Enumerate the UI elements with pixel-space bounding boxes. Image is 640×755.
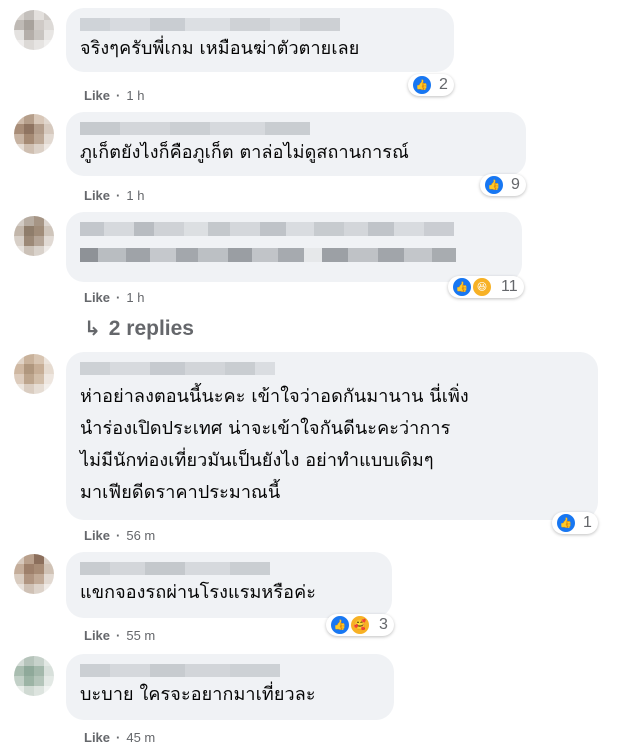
avatar[interactable] [14,114,54,154]
like-icon: 👍 [329,614,351,636]
timestamp[interactable]: 1 h [126,290,144,305]
timestamp[interactable]: 56 m [126,528,155,543]
comment-text: ห่าอย่าลงตอนนี้นะคะ เข้าใจว่าอดกันมานาน … [80,386,469,503]
reaction-summary[interactable]: 👍 1 [552,512,598,534]
timestamp[interactable]: 1 h [126,188,144,203]
like-link[interactable]: Like [84,528,110,543]
like-icon: 👍 [411,74,433,96]
care-icon: 🥰 [349,614,371,636]
comment-meta: Like · 1 h [84,88,145,103]
avatar[interactable] [14,656,54,696]
avatar[interactable] [14,10,54,50]
comment-text: ภูเก็ตยังไงก็คือภูเก็ต ตาล่อไม่ดูสถานการ… [80,142,409,163]
comment-meta: Like · 56 m [84,528,156,543]
comment-bubble: แขกจองรถผ่านโรงแรมหรือค่ะ [66,552,392,618]
timestamp[interactable]: 45 m [126,730,155,745]
comment-text: จริงๆครับพี่เกม เหมือนฆ่าตัวตายเลย [80,38,360,59]
comment-meta: Like · 1 h [84,290,145,305]
like-link[interactable]: Like [84,88,110,103]
comment-meta: Like · 45 m [84,730,156,745]
reaction-summary[interactable]: 👍 😆 11 [448,276,524,298]
avatar[interactable] [14,554,54,594]
like-link[interactable]: Like [84,188,110,203]
comment-meta: Like · 1 h [84,188,145,203]
reaction-summary[interactable]: 👍 2 [408,74,454,96]
comment-bubble: จริงๆครับพี่เกม เหมือนฆ่าตัวตายเลย [66,8,454,72]
reaction-count: 11 [501,278,518,295]
comment-meta: Like · 55 m [84,628,156,643]
reaction-count: 9 [511,176,520,193]
timestamp[interactable]: 55 m [126,628,155,643]
comment-bubble: ห่าอย่าลงตอนนี้นะคะ เข้าใจว่าอดกันมานาน … [66,352,598,520]
like-icon: 👍 [451,276,473,298]
redacted-text-line [80,248,508,262]
like-icon: 👍 [483,174,505,196]
reaction-summary[interactable]: 👍 9 [480,174,526,196]
author-name-redacted[interactable] [80,362,584,375]
author-name-redacted[interactable] [80,562,378,575]
avatar[interactable] [14,354,54,394]
view-replies-link[interactable]: ↳ 2 replies [84,316,194,341]
author-name-redacted[interactable] [80,664,380,677]
comment-text: แขกจองรถผ่านโรงแรมหรือค่ะ [80,582,316,603]
author-name-redacted[interactable] [80,18,440,31]
like-link[interactable]: Like [84,628,110,643]
like-link[interactable]: Like [84,730,110,745]
reaction-count: 2 [439,76,448,93]
haha-icon: 😆 [471,276,493,298]
reply-arrow-icon: ↳ [84,318,101,340]
timestamp[interactable]: 1 h [126,88,144,103]
reaction-summary[interactable]: 👍 🥰 3 [326,614,394,636]
redacted-text-line [80,222,508,236]
reaction-count: 3 [379,616,388,633]
comment-bubble [66,212,522,282]
avatar[interactable] [14,216,54,256]
reaction-count: 1 [583,514,592,531]
comment-bubble: ภูเก็ตยังไงก็คือภูเก็ต ตาล่อไม่ดูสถานการ… [66,112,526,176]
comment-bubble: บะบาย ใครจะอยากมาเที่ยวละ [66,654,394,720]
comment-text: บะบาย ใครจะอยากมาเที่ยวละ [80,684,316,705]
replies-label: 2 replies [108,316,194,340]
author-name-redacted[interactable] [80,122,512,135]
like-icon: 👍 [555,512,577,534]
like-link[interactable]: Like [84,290,110,305]
